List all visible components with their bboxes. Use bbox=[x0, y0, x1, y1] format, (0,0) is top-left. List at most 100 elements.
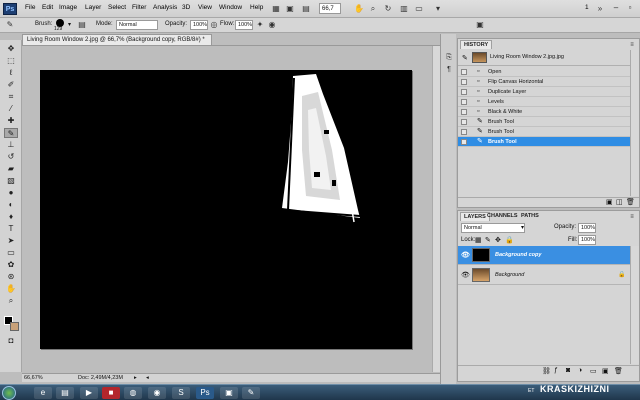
pen-tool-icon[interactable]: ♦ bbox=[4, 212, 18, 222]
history-source-checkbox[interactable] bbox=[461, 89, 467, 95]
tab-history[interactable]: HISTORY bbox=[460, 40, 493, 49]
menu-analysis[interactable]: Analysis bbox=[153, 4, 177, 11]
history-source-checkbox[interactable] bbox=[461, 109, 467, 115]
history-brush-tool-icon[interactable]: ↺ bbox=[4, 152, 18, 162]
history-item-selected[interactable]: ✎ Brush Tool bbox=[458, 137, 630, 147]
airbrush-icon[interactable]: ✦ bbox=[254, 19, 266, 31]
tablet-pressure-icon[interactable]: ◉ bbox=[266, 19, 278, 31]
history-source-checkbox[interactable] bbox=[461, 69, 467, 75]
folder-icon[interactable]: ▣ bbox=[220, 387, 238, 399]
menu-image[interactable]: Image bbox=[59, 4, 77, 11]
hand-tool-icon[interactable]: ✋ bbox=[4, 284, 18, 294]
arrange-documents-icon[interactable]: ▥ bbox=[398, 3, 410, 15]
new-document-icon[interactable]: ▣ bbox=[606, 198, 613, 206]
menu-window[interactable]: Window bbox=[219, 4, 242, 11]
menu-view[interactable]: View bbox=[198, 4, 212, 11]
lock-position-icon[interactable]: ✥ bbox=[495, 236, 501, 244]
lock-image-icon[interactable]: ✎ bbox=[485, 236, 491, 244]
explorer-icon[interactable]: ▤ bbox=[56, 387, 74, 399]
history-item[interactable]: ▫ Black & White bbox=[458, 107, 630, 117]
photoshop-task-icon[interactable]: Ps bbox=[196, 387, 214, 399]
marquee-tool-icon[interactable]: ⬚ bbox=[4, 56, 18, 66]
history-source-checkbox[interactable] bbox=[461, 99, 467, 105]
blur-tool-icon[interactable]: ● bbox=[4, 188, 18, 198]
firefox-icon[interactable]: ◍ bbox=[124, 387, 142, 399]
new-layer-icon[interactable]: ▣ bbox=[602, 367, 609, 375]
app-icon[interactable]: ■ bbox=[102, 387, 120, 399]
gradient-tool-icon[interactable]: ▧ bbox=[4, 176, 18, 186]
vertical-scrollbar[interactable] bbox=[432, 46, 440, 372]
media-player-icon[interactable]: ▶ bbox=[80, 387, 98, 399]
history-item[interactable]: ▫ Open bbox=[458, 67, 630, 77]
menu-select[interactable]: Select bbox=[108, 4, 126, 11]
status-arrow-icon[interactable]: ▸ bbox=[134, 374, 137, 382]
fill-input[interactable]: 100% bbox=[578, 235, 596, 245]
lasso-tool-icon[interactable]: ℓ bbox=[4, 68, 18, 78]
history-item[interactable]: ▫ Duplicate Layer bbox=[458, 87, 630, 97]
skype-icon[interactable]: S bbox=[172, 387, 190, 399]
lock-all-icon[interactable]: 🔒 bbox=[505, 236, 514, 244]
3d-rotate-tool-icon[interactable]: ✿ bbox=[4, 260, 18, 270]
history-snapshot[interactable]: ✎ Living Room Window 2.jpg.jpg bbox=[458, 50, 630, 66]
image-canvas[interactable] bbox=[40, 70, 412, 349]
screen-mode-dropdown-icon[interactable]: ▾ bbox=[432, 3, 444, 15]
brush-tool-preset-icon[interactable]: ✎ bbox=[4, 19, 16, 31]
blend-mode-arrow-icon[interactable]: ▾ bbox=[521, 224, 524, 231]
document-tab[interactable]: Living Room Window 2.jpg @ 66,7% (Backgr… bbox=[22, 34, 212, 45]
layers-menu-icon[interactable]: ≡ bbox=[626, 211, 638, 223]
mode-select[interactable]: Normal bbox=[116, 20, 158, 30]
delete-icon[interactable]: 🗑 bbox=[626, 198, 635, 206]
link-layers-icon[interactable]: ⛓ bbox=[542, 367, 551, 375]
background-color-swatch[interactable] bbox=[10, 322, 19, 331]
quick-select-tool-icon[interactable]: ✐ bbox=[4, 80, 18, 90]
status-zoom[interactable]: 66,67% bbox=[24, 374, 43, 382]
zoom-tool-icon[interactable]: ⌕ bbox=[367, 3, 379, 15]
menu-filter[interactable]: Filter bbox=[132, 4, 146, 11]
hand-tool-icon[interactable]: ✋ bbox=[353, 3, 365, 15]
view-extras-icon[interactable]: ▤ bbox=[300, 3, 312, 15]
brush-panel-icon[interactable]: ▤ bbox=[76, 19, 88, 31]
zoom-tool-icon[interactable]: ⌕ bbox=[4, 296, 18, 306]
layer-opacity-input[interactable]: 100% bbox=[578, 223, 596, 233]
layer-mask-icon[interactable]: ◙ bbox=[566, 367, 570, 374]
lock-transparency-icon[interactable]: ▦ bbox=[475, 236, 482, 244]
3d-orbit-tool-icon[interactable]: ⊛ bbox=[4, 272, 18, 282]
clone-stamp-tool-icon[interactable]: ⊥ bbox=[4, 140, 18, 150]
history-source-checkbox[interactable] bbox=[461, 119, 467, 125]
layer-style-icon[interactable]: ƒ bbox=[554, 367, 558, 374]
zoom-level[interactable]: 66,7 bbox=[319, 3, 341, 14]
history-scrollbar[interactable] bbox=[630, 50, 639, 196]
rotate-view-icon[interactable]: ↻ bbox=[382, 3, 394, 15]
workspace-count[interactable]: 1 bbox=[585, 4, 589, 11]
opacity-input[interactable]: 100% bbox=[190, 20, 208, 30]
path-select-tool-icon[interactable]: ➤ bbox=[4, 236, 18, 246]
history-item[interactable]: ✎ Brush Tool bbox=[458, 117, 630, 127]
mini-bridge-icon[interactable]: ▣ bbox=[284, 3, 296, 15]
language-indicator[interactable]: ET bbox=[528, 388, 534, 394]
history-source-checkbox[interactable] bbox=[461, 139, 467, 145]
eyedropper-tool-icon[interactable]: ⁄ bbox=[4, 104, 18, 114]
blend-mode-select[interactable]: Normal bbox=[461, 223, 525, 233]
type-tool-icon[interactable]: T bbox=[4, 224, 18, 234]
menu-3d[interactable]: 3D bbox=[182, 4, 190, 11]
opacity-pressure-icon[interactable]: ◎ bbox=[208, 19, 220, 31]
new-group-icon[interactable]: ▭ bbox=[590, 367, 597, 375]
history-source-checkbox[interactable] bbox=[461, 79, 467, 85]
paint-icon[interactable]: ✎ bbox=[242, 387, 260, 399]
menu-edit[interactable]: Edit bbox=[42, 4, 53, 11]
screen-mode-icon[interactable]: ▭ bbox=[413, 3, 425, 15]
dodge-tool-icon[interactable]: ◐ bbox=[4, 200, 18, 210]
delete-layer-icon[interactable]: 🗑 bbox=[614, 367, 623, 375]
healing-tool-icon[interactable]: ✚ bbox=[4, 116, 18, 126]
panel-toggle-icon[interactable]: ▣ bbox=[474, 19, 486, 31]
history-source-checkbox[interactable] bbox=[461, 129, 467, 135]
layer-row[interactable]: 👁 Background copy bbox=[458, 246, 630, 265]
status-scroll-left-icon[interactable]: ◂ bbox=[146, 374, 149, 382]
layers-scrollbar[interactable] bbox=[630, 246, 639, 364]
history-item[interactable]: ▫ Flip Canvas Horizontal bbox=[458, 77, 630, 87]
chrome-icon[interactable]: ◉ bbox=[148, 387, 166, 399]
minimize-icon[interactable]: – bbox=[610, 2, 622, 14]
start-button[interactable] bbox=[2, 386, 16, 400]
menu-help[interactable]: Help bbox=[250, 4, 263, 11]
menu-layer[interactable]: Layer bbox=[85, 4, 101, 11]
